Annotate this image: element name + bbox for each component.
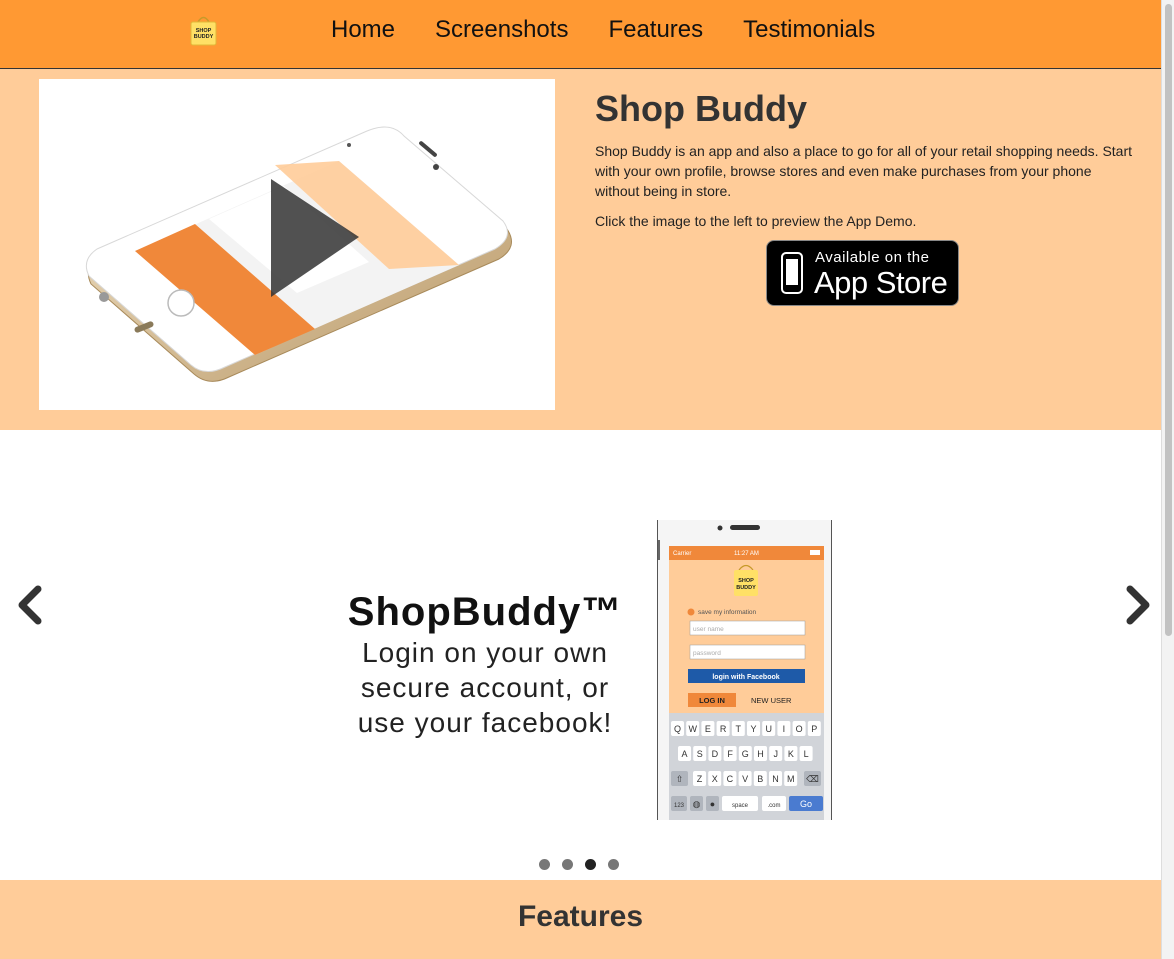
keyboard-key-label: T [736,724,742,734]
scrollbar-thumb[interactable] [1165,4,1172,636]
appstore-small-label: Available on the [815,249,930,266]
keyboard-key-label: ⌫ [806,774,819,784]
svg-text:BUDDY: BUDDY [194,34,214,40]
slide-caption-line: secure account, or [360,672,610,703]
password-placeholder: password [693,650,721,657]
carousel-indicator-1[interactable] [539,859,550,870]
keyboard-key-label: J [773,749,778,759]
login-label: LOG IN [699,696,725,705]
keyboard-key-label: B [757,774,763,784]
svg-text:SHOP: SHOP [738,578,754,584]
keyboard-key-label: A [681,749,687,759]
keyboard-key-label: D [712,749,719,759]
new-user-label: NEW USER [751,696,792,705]
slide-caption-line: Login on your own [362,637,608,668]
username-placeholder: user name [693,626,724,633]
keyboard-key-label: ⇧ [676,774,684,784]
facebook-login-label: login with Facebook [712,674,779,681]
hero-description: Shop Buddy is an app and also a place to… [595,143,1133,199]
keyboard-key-label: 123 [674,803,685,809]
keyboard-key-label: F [727,749,733,759]
carousel-next-chevron-icon[interactable] [1124,585,1154,625]
keyboard-key-label: P [811,724,817,734]
keyboard-key-label: C [727,774,734,784]
slide-title: ShopBuddy™ [347,590,623,634]
keyboard-key-label: Y [750,724,756,734]
keyboard-key-label: ● [710,799,715,809]
keyboard-key-label: S [697,749,703,759]
nav-links: Home Screenshots Features Testimonials [331,16,915,44]
carousel-prev-chevron-icon[interactable] [14,585,44,625]
keyboard-key-label: G [742,749,749,759]
keyboard-key-label: M [787,774,795,784]
app-store-badge-button[interactable]: Available on the App Store [766,240,959,306]
carousel-indicator-4[interactable] [608,859,619,870]
app-demo-image[interactable] [39,79,555,410]
top-navbar: SHOP BUDDY Home Screenshots Features Tes… [0,0,1161,69]
carousel-indicator-3[interactable] [585,859,596,870]
carousel-indicators [539,859,631,870]
iphone-demo-illustration [85,126,512,382]
keyboard-key-label: H [757,749,764,759]
keyboard-key-label: ◍ [693,799,701,809]
keyboard-key-label: L [804,749,809,759]
hero-hint: Click the image to the left to preview t… [595,213,917,229]
nav-home-link[interactable]: Home [331,16,395,44]
page-scrollbar[interactable] [1161,0,1174,959]
login-screen-illustration: Carrier 11:27 AM SHOP BUDDY save my info… [658,520,831,820]
keyboard-key-label: Z [697,774,703,784]
features-section: Features [0,880,1161,959]
nav-testimonials-link[interactable]: Testimonials [743,16,875,44]
appstore-big-label: App Store [814,265,948,300]
keyboard-key-label: U [765,724,772,734]
hero-text-block: Shop Buddy Shop Buddy is an app and also… [595,88,1135,306]
features-heading: Features [517,900,644,933]
keyboard-key-label: Go [800,799,812,809]
hero-section: Shop Buddy Shop Buddy is an app and also… [0,69,1161,430]
save-info-label: save my information [698,609,757,616]
iphone-icon [781,252,803,294]
keyboard-key-label: K [788,749,794,759]
hero-title: Shop Buddy [595,88,807,129]
slide-caption-line: use your facebook! [357,707,613,738]
keyboard-key-label: space [732,803,749,809]
carousel-indicator-2[interactable] [562,859,573,870]
status-time: 11:27 AM [734,551,759,557]
svg-text:BUDDY: BUDDY [736,585,756,591]
keyboard-key-label: O [796,724,803,734]
keyboard-key-label: W [688,724,697,734]
screenshots-carousel: ShopBuddy™ Login on your own secure acco… [0,430,1161,880]
keyboard-key-label: Q [674,724,681,734]
keyboard-key-label: .com [767,803,780,809]
nav-features-link[interactable]: Features [608,16,703,44]
keyboard-key-label: V [742,774,748,784]
keyboard-key-label: E [705,724,711,734]
nav-screenshots-link[interactable]: Screenshots [435,16,568,44]
slide-caption: Login on your own secure account, or use… [320,635,650,740]
shopbuddy-logo[interactable]: SHOP BUDDY [188,14,219,46]
keyboard-key-label: N [772,774,779,784]
login-screen-screenshot: Carrier 11:27 AM SHOP BUDDY save my info… [657,520,832,820]
keyboard-key-label: I [783,724,786,734]
keyboard-key-label: R [720,724,727,734]
status-carrier: Carrier [673,551,691,557]
keyboard-key-label: X [712,774,718,784]
